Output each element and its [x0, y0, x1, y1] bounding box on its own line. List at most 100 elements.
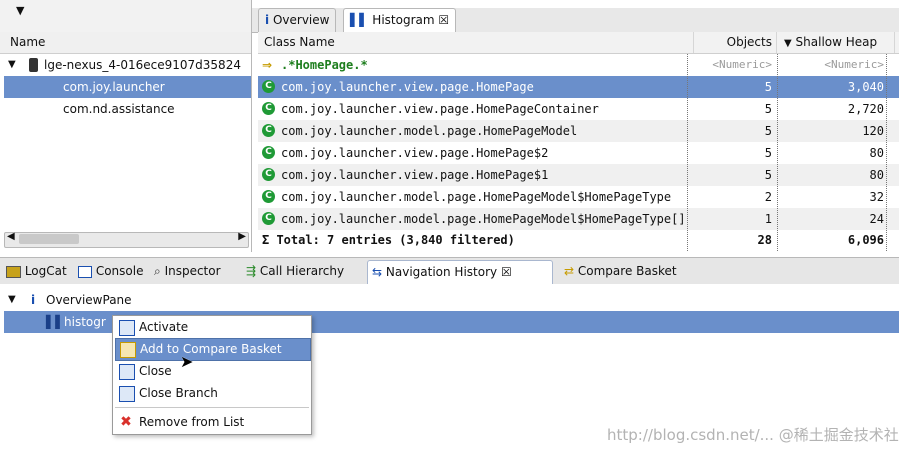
- shallow-cell: 24: [869, 212, 884, 226]
- console-icon: [78, 265, 92, 278]
- view-menu-arrow-icon[interactable]: ▼: [16, 4, 24, 17]
- class-name-cell: com.joy.launcher.view.page.HomePage$1: [281, 168, 549, 182]
- class-icon: C: [262, 80, 275, 93]
- close-branch-icon: [119, 386, 135, 402]
- class-name-header[interactable]: Class Name: [258, 32, 694, 53]
- name-column-label: Name: [10, 35, 46, 49]
- class-name-cell: com.joy.launcher.view.page.HomePageConta…: [281, 102, 599, 116]
- objects-header[interactable]: Objects: [688, 32, 777, 53]
- expand-arrow-icon[interactable]: ▼: [8, 289, 16, 311]
- left-horizontal-scrollbar[interactable]: ◀ ▶: [4, 231, 249, 248]
- menu-item-close[interactable]: Close: [115, 361, 309, 382]
- tab-label: Inspector: [164, 264, 221, 278]
- scrollbar-thumb[interactable]: [19, 234, 79, 244]
- close-icon[interactable]: ☒: [501, 265, 512, 279]
- remove-icon: ✖: [120, 414, 132, 430]
- tab-histogram[interactable]: ▌▌ Histogram ☒: [343, 8, 457, 33]
- shallow-cell: 2,720: [847, 102, 884, 116]
- tab-label: Compare Basket: [577, 264, 677, 278]
- compare-basket-icon: [120, 342, 136, 358]
- tab-logcat[interactable]: LogCat: [2, 260, 67, 283]
- menu-item-remove-from-list[interactable]: ✖ Remove from List: [115, 412, 309, 433]
- mouse-cursor-icon: ➤: [180, 352, 194, 371]
- objects-filter-input[interactable]: <Numeric>: [688, 54, 772, 76]
- objects-cell: 5: [764, 80, 772, 94]
- tab-label: Console: [95, 264, 144, 278]
- table-row[interactable]: C com.joy.launcher.model.page.HomePageMo…: [258, 208, 899, 230]
- tab-inspector[interactable]: ⌕ Inspector: [150, 260, 221, 283]
- shallow-heap-header[interactable]: ▼ Shallow Heap: [778, 32, 895, 53]
- info-icon: i: [31, 293, 36, 307]
- menu-item-label: Remove from List: [139, 415, 245, 429]
- class-name-cell: com.joy.launcher.view.page.HomePage: [281, 80, 534, 94]
- class-icon: C: [262, 212, 275, 225]
- class-name-cell: com.joy.launcher.model.page.HomePageMode…: [281, 212, 686, 226]
- class-icon: C: [262, 124, 275, 137]
- menu-item-activate[interactable]: Activate: [115, 317, 309, 338]
- process-item[interactable]: com.nd.assistance: [0, 98, 250, 120]
- shallow-cell: 120: [862, 124, 884, 138]
- process-label: com.nd.assistance: [63, 102, 175, 116]
- tab-navigation-history[interactable]: ⇆ Navigation History ☒: [367, 260, 553, 284]
- history-root-row[interactable]: ▼ i OverviewPane: [0, 289, 899, 311]
- info-icon: i: [265, 13, 270, 27]
- tab-label: Histogram: [372, 13, 435, 27]
- device-row[interactable]: ▼ lge-nexus_4-016ece9107d35824: [0, 54, 250, 76]
- left-column-header[interactable]: Name: [0, 32, 251, 54]
- tab-call-hierarchy[interactable]: ⇶ Call Hierarchy: [242, 260, 344, 283]
- menu-item-label: Close: [139, 364, 172, 378]
- grid-header: Class Name Objects ▼ Shallow Heap: [258, 32, 899, 54]
- left-toolbar: ▼: [0, 0, 251, 33]
- process-label: com.joy.launcher: [63, 80, 165, 94]
- table-row[interactable]: C com.joy.launcher.model.page.HomePageMo…: [258, 120, 899, 142]
- scroll-left-icon[interactable]: ◀: [7, 231, 15, 242]
- total-row: Σ Total: 7 entries (3,840 filtered) 28 6…: [258, 230, 899, 250]
- table-row[interactable]: C com.joy.launcher.view.page.HomePage$2 …: [258, 142, 899, 164]
- column-divider: [886, 54, 887, 251]
- tab-console[interactable]: Console: [74, 260, 143, 283]
- tab-overview[interactable]: i Overview: [258, 8, 337, 32]
- navigation-history-icon: ⇆: [372, 265, 383, 279]
- menu-item-label: Add to Compare Basket: [140, 342, 282, 356]
- device-label: lge-nexus_4-016ece9107d35824: [44, 58, 241, 72]
- class-icon: C: [262, 102, 275, 115]
- table-row[interactable]: C com.joy.launcher.view.page.HomePage$1 …: [258, 164, 899, 186]
- logcat-icon: [6, 265, 21, 278]
- shallow-cell: 32: [869, 190, 884, 204]
- objects-cell: 5: [764, 124, 772, 138]
- process-item-selected[interactable]: com.joy.launcher: [4, 76, 251, 98]
- table-row[interactable]: C com.joy.launcher.view.page.HomePageCon…: [258, 98, 899, 120]
- call-hierarchy-icon: ⇶: [246, 264, 257, 278]
- objects-cell: 5: [764, 146, 772, 160]
- watermark: http://blog.csdn.net/... @稀土掘金技术社区: [607, 426, 899, 444]
- close-icon[interactable]: ☒: [438, 13, 449, 27]
- table-row[interactable]: C com.joy.launcher.view.page.HomePage 5 …: [258, 76, 899, 98]
- bottom-tab-bar: LogCat Console ⌕ Inspector ⇶ Call Hierar…: [0, 257, 899, 285]
- shallow-cell: 80: [869, 168, 884, 182]
- scroll-right-icon[interactable]: ▶: [238, 231, 246, 242]
- regex-filter-input[interactable]: .*HomePage.*: [281, 54, 368, 76]
- history-root-label: OverviewPane: [46, 293, 132, 307]
- total-label: Σ Total: 7 entries (3,840 filtered): [262, 233, 515, 247]
- menu-item-close-branch[interactable]: Close Branch: [115, 383, 309, 404]
- table-row[interactable]: C com.joy.launcher.model.page.HomePageMo…: [258, 186, 899, 208]
- expand-arrow-icon[interactable]: ▼: [8, 54, 16, 76]
- filter-row[interactable]: ⇒ .*HomePage.* <Numeric> <Numeric>: [258, 54, 899, 76]
- column-divider: [777, 54, 778, 251]
- menu-item-add-to-compare-basket[interactable]: Add to Compare Basket: [115, 338, 311, 361]
- menu-separator: [115, 407, 309, 408]
- header-label: Shallow Heap: [795, 35, 878, 49]
- class-name-cell: com.joy.launcher.model.page.HomePageMode…: [281, 190, 672, 204]
- class-icon: C: [262, 190, 275, 203]
- shallow-filter-input[interactable]: <Numeric>: [778, 54, 884, 76]
- objects-cell: 5: [764, 102, 772, 116]
- tab-label: Navigation History: [385, 265, 498, 279]
- inspector-icon: ⌕: [154, 264, 161, 278]
- context-menu: Activate Add to Compare Basket Close Clo…: [112, 315, 312, 435]
- tab-compare-basket[interactable]: ⇄ Compare Basket: [560, 260, 677, 283]
- shallow-cell: 80: [869, 146, 884, 160]
- sort-desc-icon: ▼: [784, 38, 792, 49]
- close-doc-icon: [119, 364, 135, 380]
- menu-item-label: Close Branch: [139, 386, 218, 400]
- phone-icon: [29, 58, 38, 72]
